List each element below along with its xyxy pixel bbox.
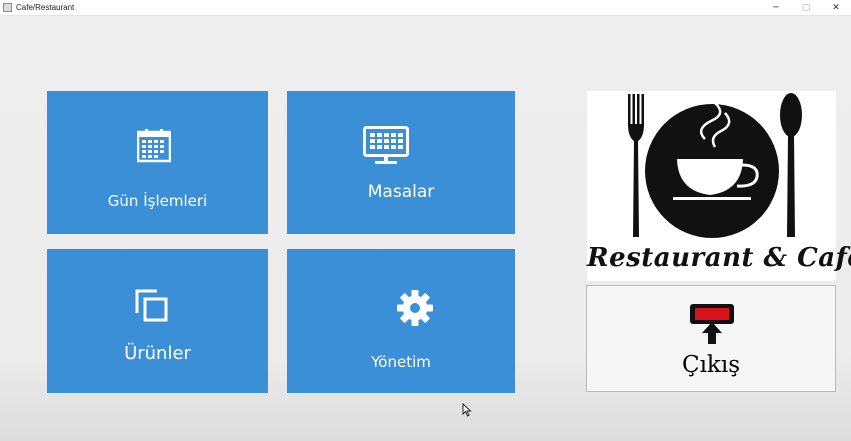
title-bar: Cafe/Restaurant ─ ▢ ✕: [0, 0, 851, 16]
tile-label: Ürünler: [124, 343, 191, 364]
mouse-cursor-icon: [462, 403, 472, 417]
java-app-icon: [3, 3, 12, 12]
urunler-tile[interactable]: Ürünler: [47, 249, 268, 393]
restaurant-logo: Restaurant & Cafe: [587, 91, 851, 281]
tile-label: Masalar: [367, 182, 435, 202]
logo-text: Restaurant & Cafe: [587, 243, 851, 273]
monitor-grid-icon: [363, 126, 409, 164]
gear-icon: [397, 290, 433, 326]
yonetim-tile[interactable]: Yönetim: [287, 249, 515, 393]
masalar-tile[interactable]: Masalar: [287, 91, 515, 234]
window-controls: ─ ▢ ✕: [761, 0, 851, 15]
window-title: Cafe/Restaurant: [16, 3, 75, 12]
restaurant-cafe-logo-icon: [628, 93, 802, 238]
minimize-button[interactable]: ─: [761, 0, 791, 15]
calendar-icon: [137, 129, 171, 163]
gun-islemleri-tile[interactable]: Gün İşlemleri: [47, 91, 268, 234]
close-button[interactable]: ✕: [821, 0, 851, 15]
maximize-button[interactable]: ▢: [791, 0, 821, 15]
copy-icon: [135, 289, 168, 322]
tile-label: Gün İşlemleri: [107, 192, 208, 210]
exit-monitor-icon: [690, 304, 734, 344]
tile-label: Yönetim: [371, 353, 431, 371]
exit-label: Çıkış: [681, 352, 741, 378]
exit-button[interactable]: Çıkış: [586, 285, 836, 392]
